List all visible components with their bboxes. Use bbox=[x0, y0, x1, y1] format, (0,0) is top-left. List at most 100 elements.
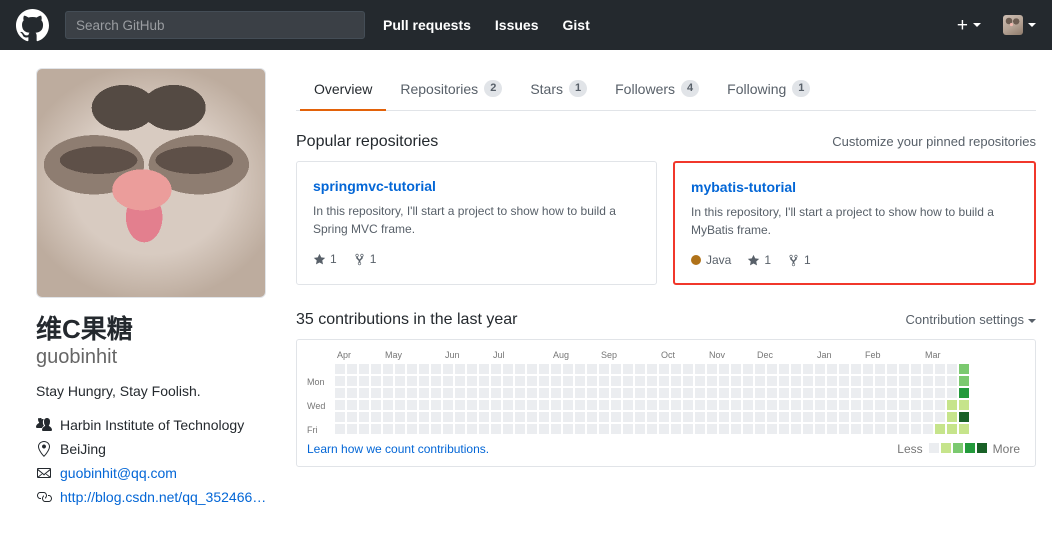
contribution-day-cell[interactable] bbox=[503, 388, 513, 399]
contribution-day-cell[interactable] bbox=[707, 400, 717, 411]
contribution-day-cell[interactable] bbox=[659, 412, 669, 423]
contribution-day-cell[interactable] bbox=[827, 388, 837, 399]
contribution-day-cell[interactable] bbox=[683, 376, 693, 387]
contribution-day-cell[interactable] bbox=[827, 376, 837, 387]
contribution-day-cell[interactable] bbox=[455, 388, 465, 399]
contribution-day-cell[interactable] bbox=[419, 424, 429, 435]
contribution-day-cell[interactable] bbox=[731, 400, 741, 411]
contribution-day-cell[interactable] bbox=[707, 376, 717, 387]
contribution-day-cell[interactable] bbox=[755, 400, 765, 411]
contribution-day-cell[interactable] bbox=[623, 412, 633, 423]
contribution-day-cell[interactable] bbox=[659, 364, 669, 375]
contribution-day-cell[interactable] bbox=[575, 376, 585, 387]
pinned-repo-card[interactable]: springmvc-tutorial In this repository, I… bbox=[296, 161, 657, 286]
contribution-day-cell[interactable] bbox=[563, 376, 573, 387]
contribution-day-cell[interactable] bbox=[551, 424, 561, 435]
contribution-day-cell[interactable] bbox=[383, 388, 393, 399]
contribution-day-cell[interactable] bbox=[731, 412, 741, 423]
contribution-day-cell[interactable] bbox=[467, 412, 477, 423]
contribution-day-cell[interactable] bbox=[887, 364, 897, 375]
nav-issues[interactable]: Issues bbox=[495, 17, 539, 33]
contribution-day-cell[interactable] bbox=[359, 376, 369, 387]
contribution-day-cell[interactable] bbox=[647, 388, 657, 399]
contribution-day-cell[interactable] bbox=[347, 388, 357, 399]
contribution-day-cell[interactable] bbox=[479, 376, 489, 387]
contribution-day-cell[interactable] bbox=[767, 412, 777, 423]
contribution-day-cell[interactable] bbox=[611, 412, 621, 423]
contribution-day-cell[interactable] bbox=[851, 424, 861, 435]
contribution-day-cell[interactable] bbox=[395, 388, 405, 399]
contribution-day-cell[interactable] bbox=[959, 388, 969, 399]
contribution-day-cell[interactable] bbox=[743, 400, 753, 411]
contribution-day-cell[interactable] bbox=[755, 376, 765, 387]
contribution-day-cell[interactable] bbox=[875, 388, 885, 399]
contribution-day-cell[interactable] bbox=[803, 424, 813, 435]
contribution-day-cell[interactable] bbox=[503, 424, 513, 435]
search-input[interactable] bbox=[65, 11, 365, 39]
contribution-day-cell[interactable] bbox=[707, 364, 717, 375]
contribution-day-cell[interactable] bbox=[887, 424, 897, 435]
contribution-day-cell[interactable] bbox=[743, 412, 753, 423]
tab-stars[interactable]: Stars 1 bbox=[516, 70, 601, 111]
contribution-day-cell[interactable] bbox=[623, 424, 633, 435]
contribution-day-cell[interactable] bbox=[371, 400, 381, 411]
contribution-day-cell[interactable] bbox=[371, 376, 381, 387]
contribution-day-cell[interactable] bbox=[959, 364, 969, 375]
contribution-day-cell[interactable] bbox=[731, 364, 741, 375]
contribution-day-cell[interactable] bbox=[695, 364, 705, 375]
contribution-day-cell[interactable] bbox=[587, 364, 597, 375]
contribution-day-cell[interactable] bbox=[587, 388, 597, 399]
contribution-day-cell[interactable] bbox=[815, 424, 825, 435]
contribution-day-cell[interactable] bbox=[671, 364, 681, 375]
contribution-day-cell[interactable] bbox=[395, 400, 405, 411]
contribution-day-cell[interactable] bbox=[371, 424, 381, 435]
contribution-day-cell[interactable] bbox=[755, 412, 765, 423]
contribution-day-cell[interactable] bbox=[455, 364, 465, 375]
contribution-day-cell[interactable] bbox=[935, 376, 945, 387]
contribution-day-cell[interactable] bbox=[443, 388, 453, 399]
contribution-day-cell[interactable] bbox=[515, 400, 525, 411]
contribution-day-cell[interactable] bbox=[359, 364, 369, 375]
contribution-day-cell[interactable] bbox=[923, 388, 933, 399]
contribution-day-cell[interactable] bbox=[887, 400, 897, 411]
contribution-day-cell[interactable] bbox=[959, 424, 969, 435]
contribution-day-cell[interactable] bbox=[899, 424, 909, 435]
contribution-day-cell[interactable] bbox=[911, 376, 921, 387]
contribution-day-cell[interactable] bbox=[743, 424, 753, 435]
contribution-day-cell[interactable] bbox=[647, 376, 657, 387]
contribution-day-cell[interactable] bbox=[611, 364, 621, 375]
contribution-day-cell[interactable] bbox=[935, 400, 945, 411]
contribution-day-cell[interactable] bbox=[707, 424, 717, 435]
contribution-day-cell[interactable] bbox=[467, 400, 477, 411]
contribution-day-cell[interactable] bbox=[383, 364, 393, 375]
contribution-day-cell[interactable] bbox=[599, 424, 609, 435]
contribution-day-cell[interactable] bbox=[671, 376, 681, 387]
contribution-day-cell[interactable] bbox=[575, 388, 585, 399]
contribution-day-cell[interactable] bbox=[575, 424, 585, 435]
contribution-day-cell[interactable] bbox=[335, 412, 345, 423]
contribution-day-cell[interactable] bbox=[635, 424, 645, 435]
contribution-day-cell[interactable] bbox=[575, 412, 585, 423]
contribution-day-cell[interactable] bbox=[779, 400, 789, 411]
contribution-day-cell[interactable] bbox=[803, 364, 813, 375]
contribution-day-cell[interactable] bbox=[899, 388, 909, 399]
contribution-day-cell[interactable] bbox=[911, 364, 921, 375]
contribution-day-cell[interactable] bbox=[491, 388, 501, 399]
nav-pull-requests[interactable]: Pull requests bbox=[383, 17, 471, 33]
contribution-day-cell[interactable] bbox=[383, 412, 393, 423]
contribution-day-cell[interactable] bbox=[839, 376, 849, 387]
contribution-day-cell[interactable] bbox=[479, 412, 489, 423]
contribution-day-cell[interactable] bbox=[635, 376, 645, 387]
contribution-day-cell[interactable] bbox=[551, 376, 561, 387]
contribution-day-cell[interactable] bbox=[419, 364, 429, 375]
repo-forks[interactable]: 1 bbox=[787, 253, 811, 267]
contribution-day-cell[interactable] bbox=[719, 388, 729, 399]
contribution-day-cell[interactable] bbox=[623, 388, 633, 399]
contribution-day-cell[interactable] bbox=[755, 388, 765, 399]
nav-gist[interactable]: Gist bbox=[563, 17, 590, 33]
contribution-day-cell[interactable] bbox=[407, 400, 417, 411]
contribution-day-cell[interactable] bbox=[875, 412, 885, 423]
contribution-day-cell[interactable] bbox=[827, 412, 837, 423]
contribution-day-cell[interactable] bbox=[359, 400, 369, 411]
contribution-day-cell[interactable] bbox=[335, 400, 345, 411]
